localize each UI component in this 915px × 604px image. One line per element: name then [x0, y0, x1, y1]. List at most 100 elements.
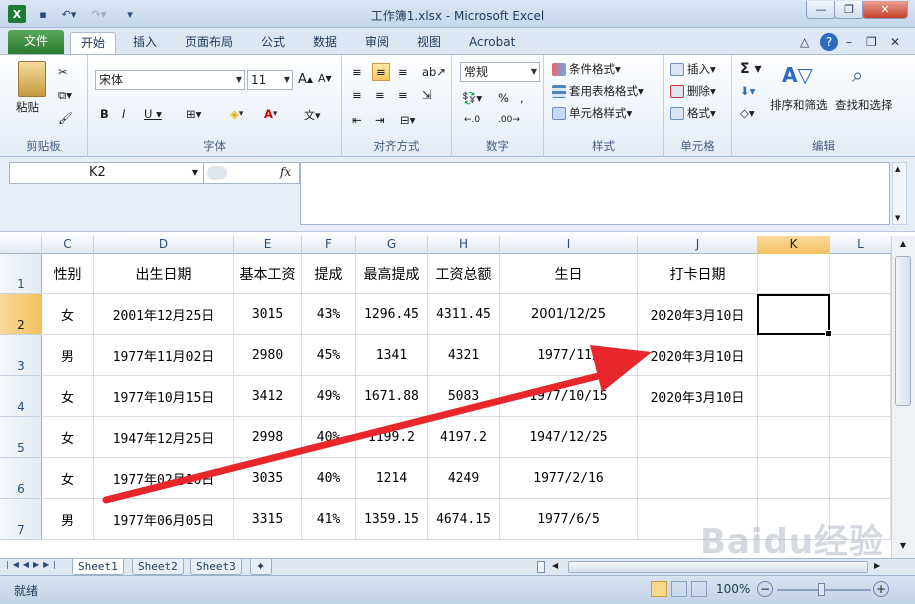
bottom-align-icon[interactable]: ≡	[398, 65, 408, 79]
copy-icon[interactable]: ⧉▾	[58, 88, 72, 103]
zoom-level[interactable]: 100%	[716, 582, 750, 596]
column-header[interactable]: L	[830, 236, 891, 254]
sheet-tab[interactable]: Sheet3	[190, 559, 242, 575]
scroll-up-icon[interactable]: ▲	[895, 239, 911, 251]
table-cell[interactable]: 1977/6/5	[500, 499, 638, 540]
format-painter-icon[interactable]: 🖌	[58, 111, 73, 125]
align-right-icon[interactable]: ≡	[398, 88, 408, 102]
table-cell[interactable]	[638, 458, 758, 499]
doc-restore-button[interactable]: ❐	[866, 32, 877, 54]
zoom-in-icon[interactable]: +	[873, 581, 889, 597]
table-cell[interactable]: 5083	[428, 376, 500, 417]
page-break-view-icon[interactable]	[691, 581, 707, 597]
minimize-button[interactable]: —	[806, 1, 836, 19]
table-cell[interactable]: 1947/12/25	[500, 417, 638, 458]
table-cell[interactable]: 女	[42, 417, 94, 458]
table-cell[interactable]: 1977年11月02日	[94, 335, 234, 376]
formula-bar-handle[interactable]	[207, 166, 227, 180]
sort-filter-button[interactable]: 排序和筛选	[770, 97, 828, 113]
table-cell[interactable]: 4321	[428, 335, 500, 376]
tab-review[interactable]: 审阅	[356, 32, 398, 54]
find-select-button[interactable]: 查找和选择	[835, 97, 893, 113]
tab-home[interactable]: 开始	[70, 32, 116, 54]
column-header[interactable]: I	[500, 236, 638, 254]
column-header[interactable]: G	[356, 236, 428, 254]
format-as-table-button[interactable]: 套用表格格式 ▾	[552, 83, 644, 99]
empty-cell[interactable]	[758, 458, 830, 499]
phonetic-icon[interactable]: 文▾	[304, 107, 321, 123]
table-cell[interactable]: 2001/12/25	[500, 294, 638, 335]
bold-icon[interactable]: B	[100, 107, 109, 121]
table-cell[interactable]: 1671.88	[356, 376, 428, 417]
table-cell[interactable]: 4311.45	[428, 294, 500, 335]
empty-cell[interactable]	[830, 376, 891, 417]
restore-button[interactable]: ❐	[834, 1, 864, 19]
format-cells-button[interactable]: 格式 ▾	[670, 105, 716, 121]
table-cell[interactable]: 43%	[302, 294, 356, 335]
conditional-format-button[interactable]: 条件格式 ▾	[552, 61, 621, 77]
comma-icon[interactable]: ,	[520, 91, 524, 105]
table-cell[interactable]: 2020年3月10日	[638, 376, 758, 417]
close-button[interactable]: ✕	[862, 1, 908, 19]
empty-cell[interactable]	[758, 335, 830, 376]
tab-formulas[interactable]: 公式	[252, 32, 294, 54]
column-header[interactable]: F	[302, 236, 356, 254]
cell-styles-button[interactable]: 单元格样式 ▾	[552, 105, 632, 121]
sort-filter-icon[interactable]: A▽	[782, 61, 813, 89]
table-cell[interactable]: 女	[42, 294, 94, 335]
header-cell[interactable]: 基本工资	[234, 254, 302, 294]
empty-cell[interactable]	[830, 417, 891, 458]
table-cell[interactable]: 1359.15	[356, 499, 428, 540]
column-header[interactable]: J	[638, 236, 758, 254]
normal-view-icon[interactable]	[651, 581, 667, 597]
formula-input[interactable]	[300, 162, 890, 225]
name-box[interactable]: K2 ▼	[9, 162, 204, 184]
tab-split-handle[interactable]	[537, 561, 545, 573]
tab-page-layout[interactable]: 页面布局	[176, 32, 242, 54]
vertical-scrollbar[interactable]: ▲ ▼	[891, 236, 915, 558]
row-header[interactable]: 1	[0, 254, 42, 294]
header-cell[interactable]: 性别	[42, 254, 94, 294]
scroll-left-icon[interactable]: ◀	[552, 561, 558, 570]
table-cell[interactable]: 女	[42, 458, 94, 499]
ribbon-minimize-icon[interactable]: △	[800, 32, 809, 54]
italic-icon[interactable]: I	[122, 107, 125, 121]
table-cell[interactable]: 1977/10/15	[500, 376, 638, 417]
table-cell[interactable]: 3412	[234, 376, 302, 417]
borders-icon[interactable]: ⊞▾	[186, 107, 201, 121]
column-header-selected[interactable]: K	[758, 236, 830, 254]
table-cell[interactable]: 4249	[428, 458, 500, 499]
table-cell[interactable]: 1947年12月25日	[94, 417, 234, 458]
column-header[interactable]: H	[428, 236, 500, 254]
align-center-icon[interactable]: ≡	[375, 88, 385, 102]
find-select-icon[interactable]: ⌕	[852, 63, 863, 87]
row-header[interactable]: 3	[0, 335, 42, 376]
delete-cells-button[interactable]: 删除 ▾	[670, 83, 716, 99]
empty-cell[interactable]	[830, 294, 891, 335]
zoom-out-icon[interactable]: −	[757, 581, 773, 597]
merge-center-icon[interactable]: ⊟▾	[400, 113, 415, 127]
active-cell-k2[interactable]	[757, 294, 832, 337]
shrink-font-icon[interactable]: A ▼	[318, 72, 332, 85]
zoom-slider-thumb[interactable]	[818, 583, 825, 596]
table-cell[interactable]: 3035	[234, 458, 302, 499]
header-cell[interactable]: 提成	[302, 254, 356, 294]
column-header[interactable]: E	[234, 236, 302, 254]
tab-acrobat[interactable]: Acrobat	[460, 32, 524, 54]
empty-cell[interactable]	[758, 376, 830, 417]
sheet-nav-icon[interactable]: |◀◀▶▶|	[6, 560, 60, 569]
table-cell[interactable]: 女	[42, 376, 94, 417]
cut-icon[interactable]: ✂	[58, 65, 68, 79]
font-size-combo[interactable]: 11 ▼	[247, 70, 293, 90]
table-cell[interactable]	[638, 417, 758, 458]
select-all-corner[interactable]	[0, 236, 42, 254]
table-cell[interactable]: 男	[42, 335, 94, 376]
table-cell[interactable]: 1977年10月15日	[94, 376, 234, 417]
tab-file[interactable]: 文件	[8, 30, 64, 54]
table-cell[interactable]: 2980	[234, 335, 302, 376]
column-header[interactable]: C	[42, 236, 94, 254]
row-header[interactable]: 6	[0, 458, 42, 499]
table-cell[interactable]: 1214	[356, 458, 428, 499]
decrease-indent-icon[interactable]: ⇤	[352, 113, 362, 127]
row-header[interactable]: 5	[0, 417, 42, 458]
